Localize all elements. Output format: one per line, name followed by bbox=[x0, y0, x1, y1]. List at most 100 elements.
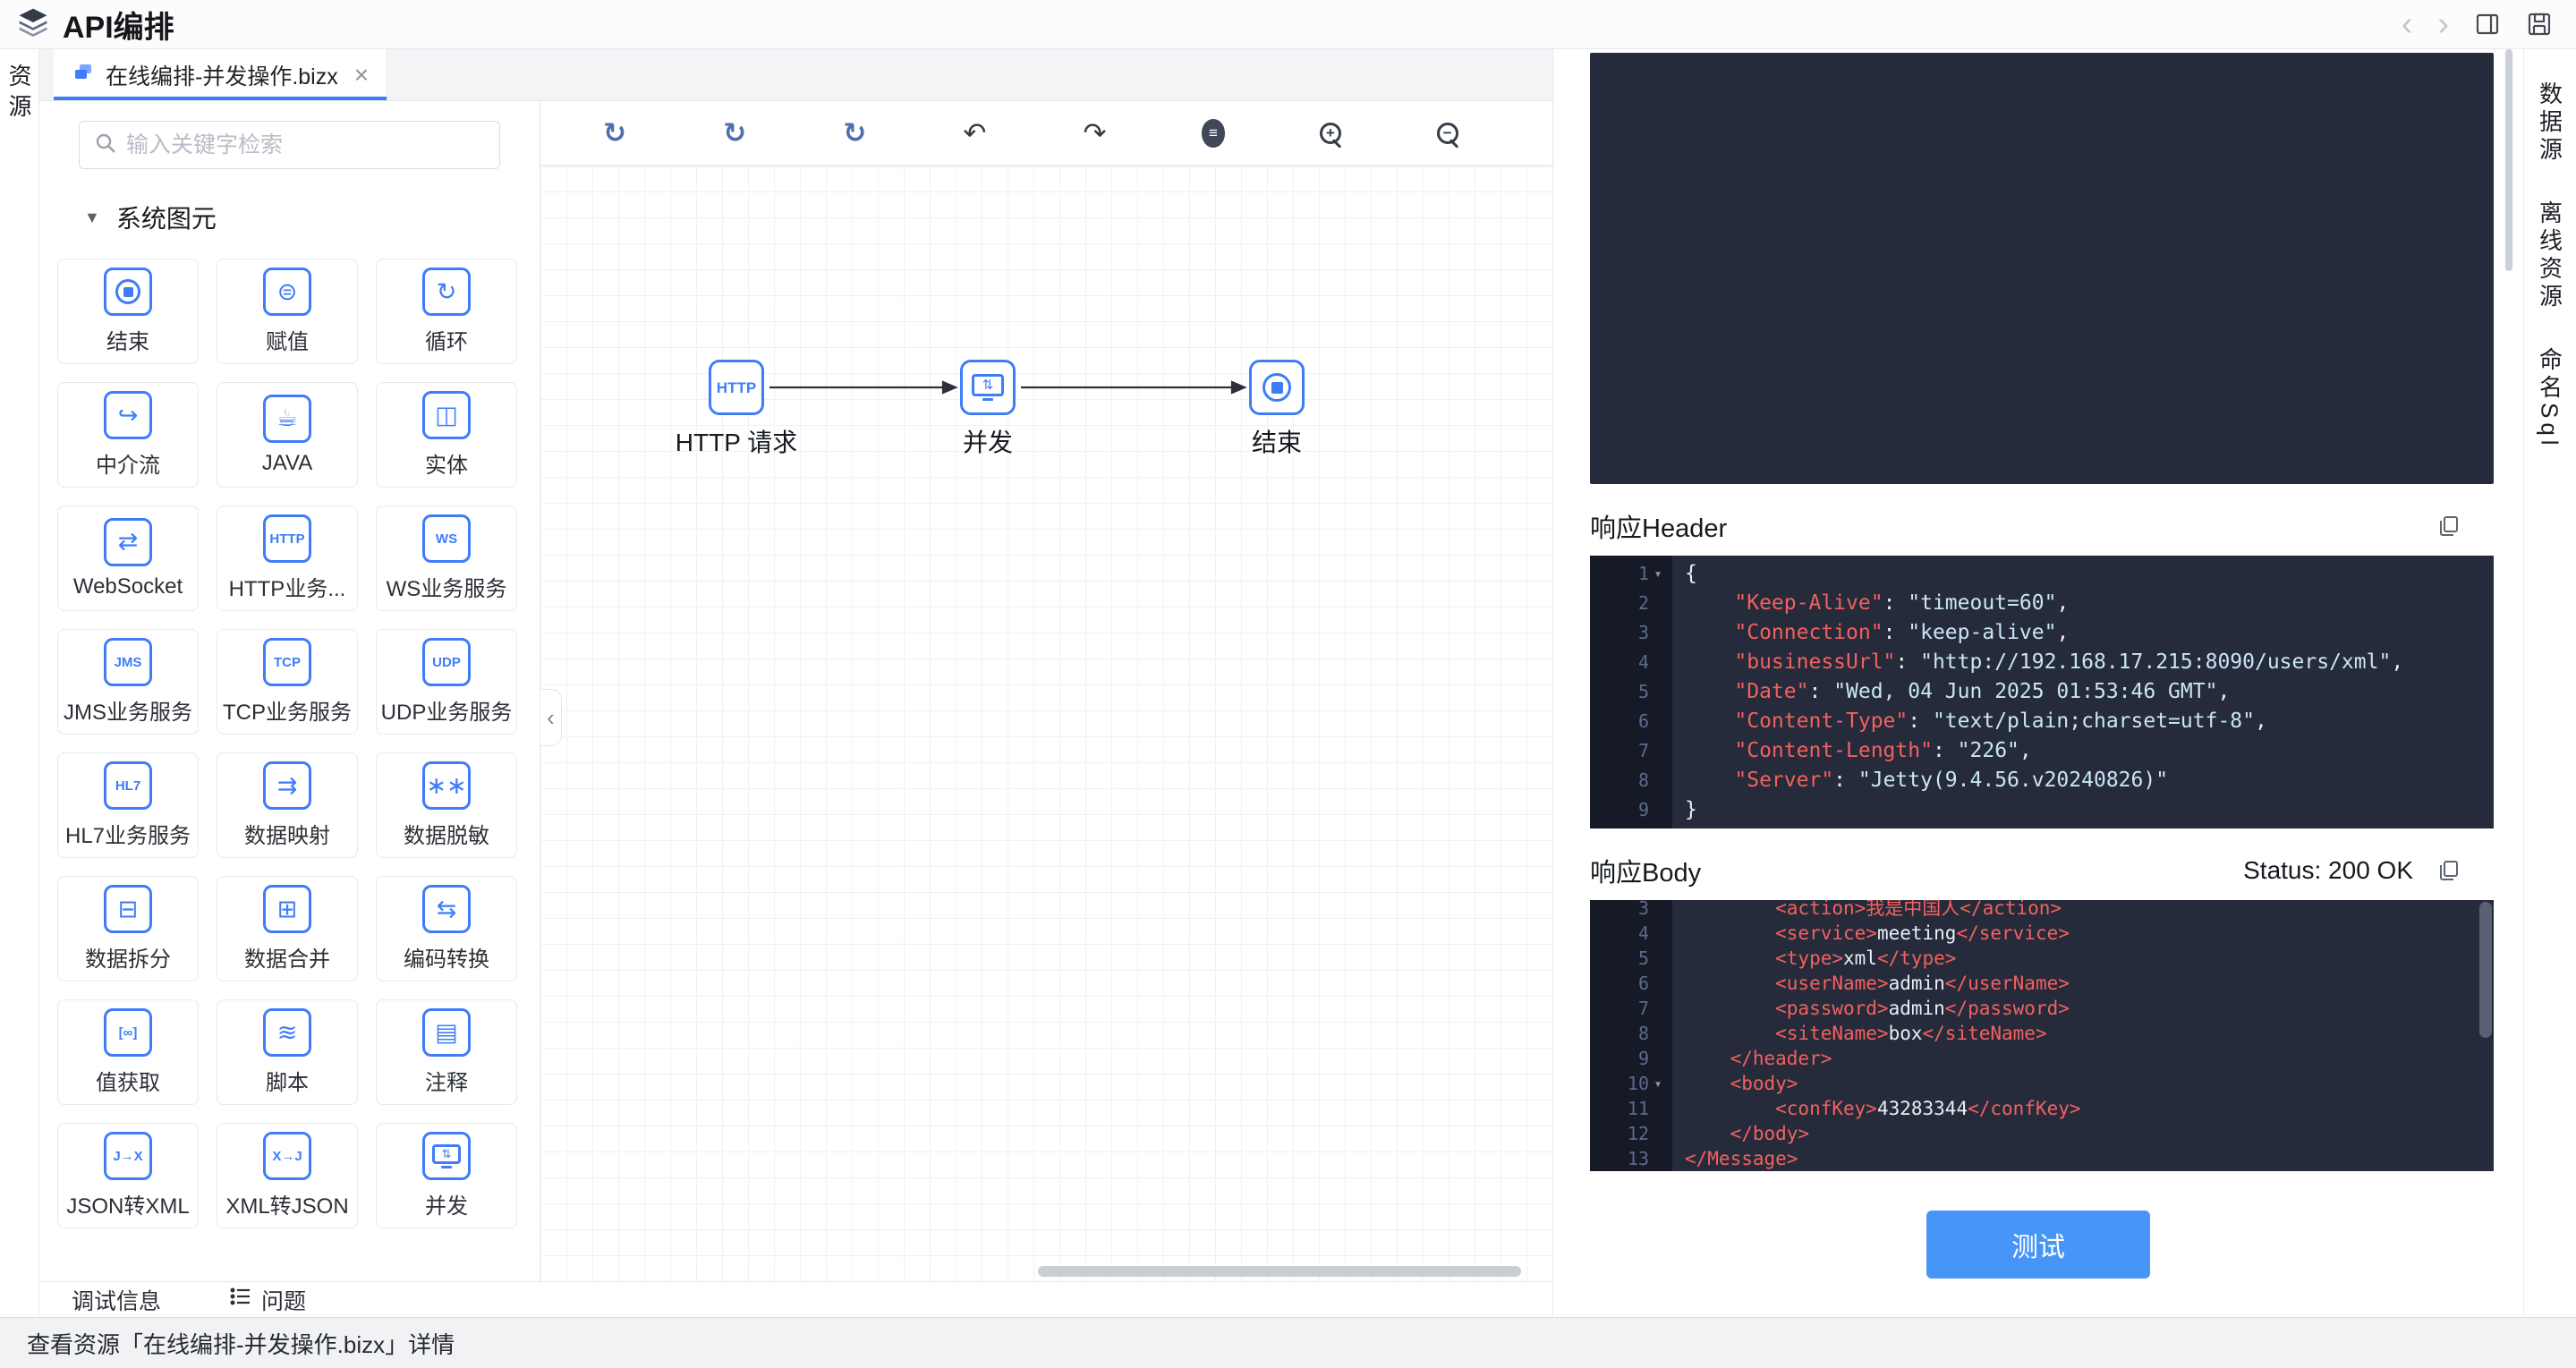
workspace: 资源 在线编排-并发操作.bizx × 输入关键字检索 ▼ 系统图元 结束 ⊜ … bbox=[0, 49, 2576, 1317]
gear-sync-1-icon[interactable]: ↻ bbox=[601, 119, 628, 147]
auto-layout-icon[interactable]: ≡ bbox=[1201, 118, 1226, 148]
response-body-row: 响应Body Status: 200 OK bbox=[1590, 852, 2494, 889]
palette-item-java[interactable]: ☕ JAVA bbox=[217, 382, 358, 488]
zoom-out-icon[interactable]: − bbox=[1435, 119, 1459, 149]
fold-icon[interactable]: ▾ bbox=[1649, 559, 1667, 589]
palette-item-jms-service[interactable]: JMS JMS业务服务 bbox=[57, 629, 199, 735]
palette-item-script[interactable]: ≋ 脚本 bbox=[217, 999, 358, 1105]
response-body-code[interactable]: 3 <action>我是中国人</action> 4 <service>meeti… bbox=[1590, 900, 2494, 1171]
code-line: 9 </header> bbox=[1637, 1048, 1832, 1069]
code-line: 7 "Content-Length": "226", bbox=[1637, 739, 2032, 762]
code-line: 4 "businessUrl": "http://192.168.17.215:… bbox=[1637, 650, 2404, 674]
response-header-code[interactable]: 1 ▾{2 "Keep-Alive": "timeout=60", 3 "Conne… bbox=[1590, 556, 2494, 828]
rail-item-resources[interactable]: 资源 bbox=[3, 64, 36, 124]
palette-item-data-masking[interactable]: ∗∗ 数据脱敏 bbox=[376, 752, 517, 858]
palette-panel: ▼ 系统图元 结束 ⊜ 赋值 ↻ 循环 ↪ 中介流 ☕ JAVA ◫ 实体 ⇄ WebSocket HTT… bbox=[39, 101, 540, 1281]
node-end[interactable]: 结束 bbox=[1214, 360, 1339, 459]
palette-item-entity[interactable]: ◫ 实体 bbox=[376, 382, 517, 488]
palette-item-label: 实体 bbox=[425, 454, 468, 478]
palette-item-data-split[interactable]: ⊟ 数据拆分 bbox=[57, 876, 199, 981]
horizontal-scrollbar[interactable] bbox=[1038, 1266, 1521, 1277]
flow-canvas[interactable]: HTTP HTTP 请求 ⇅ 并发 结束 ‹ bbox=[540, 166, 1552, 1281]
palette-item-concurrent[interactable]: ⇅ 并发 bbox=[376, 1123, 517, 1228]
forward-icon[interactable]: › bbox=[2437, 7, 2449, 41]
search-input[interactable] bbox=[126, 132, 485, 158]
debug-info-tab[interactable]: 调试信息 bbox=[72, 1284, 161, 1316]
canvas-toolbar: ↻ ↻ ↻ ↶ ↷ ≡ + − bbox=[540, 101, 1552, 166]
ws-service-icon: WS bbox=[422, 514, 471, 563]
code-line: 1 ▾{ bbox=[1590, 559, 2494, 589]
palette-item-json-to-xml[interactable]: J→X JSON转XML bbox=[57, 1123, 199, 1228]
undo-icon[interactable]: ↶ bbox=[961, 119, 988, 147]
panel-layout-icon[interactable] bbox=[2474, 11, 2501, 38]
redo-icon[interactable]: ↷ bbox=[1082, 119, 1109, 147]
palette-item-value-get[interactable]: [∞] 值获取 bbox=[57, 999, 199, 1105]
palette-item-websocket[interactable]: ⇄ WebSocket bbox=[57, 506, 199, 611]
bottom-bar: 调试信息 问题 bbox=[39, 1281, 1552, 1317]
copy-icon[interactable] bbox=[2436, 858, 2461, 883]
concurrent-icon: ⇅ bbox=[960, 360, 1016, 415]
palette-item-label: 注释 bbox=[425, 1071, 468, 1095]
palette-item-assign[interactable]: ⊜ 赋值 bbox=[217, 259, 358, 364]
request-editor[interactable] bbox=[1590, 53, 2494, 484]
app-title: API编排 bbox=[63, 10, 174, 45]
tab-close-icon[interactable]: × bbox=[354, 61, 369, 89]
problems-label: 问题 bbox=[261, 1288, 307, 1314]
entity-icon: ◫ bbox=[422, 391, 471, 439]
code-scrollbar[interactable] bbox=[2479, 902, 2492, 1038]
code-line: 13 </Message> bbox=[1627, 1148, 1798, 1169]
rail-item-offline-resource[interactable]: 离线资源 bbox=[2534, 188, 2567, 324]
palette-item-tcp-service[interactable]: TCP TCP业务服务 bbox=[217, 629, 358, 735]
palette-item-xml-to-json[interactable]: X→J XML转JSON bbox=[217, 1123, 358, 1228]
tab-label: 在线编排-并发操作.bizx bbox=[106, 64, 338, 89]
palette-item-end[interactable]: 结束 bbox=[57, 259, 199, 364]
http-service-icon: HTTP bbox=[263, 514, 311, 563]
copy-icon[interactable] bbox=[2436, 514, 2461, 539]
palette-collapse-toggle[interactable]: ‹ bbox=[540, 689, 562, 746]
palette-item-ws-service[interactable]: WS WS业务服务 bbox=[376, 506, 517, 611]
tab-concurrent-bizx[interactable]: 在线编排-并发操作.bizx × bbox=[54, 49, 388, 100]
palette-item-encoding-convert[interactable]: ⇆ 编码转换 bbox=[376, 876, 517, 981]
rail-item-named-sql[interactable]: 命名Sql bbox=[2534, 335, 2567, 463]
main-column: 在线编排-并发操作.bizx × ▼ 系统图元 bbox=[39, 49, 1552, 1317]
palette-group-title: 系统图元 bbox=[115, 205, 217, 233]
response-body-title: 响应Body bbox=[1590, 859, 1702, 888]
test-button[interactable]: 测试 bbox=[1926, 1211, 2150, 1279]
code-line: 8 "Server": "Jetty(9.4.56.v20240826)" bbox=[1637, 769, 2169, 792]
palette-item-mediation-flow[interactable]: ↪ 中介流 bbox=[57, 382, 199, 488]
gear-sync-3-icon[interactable]: ↻ bbox=[841, 119, 868, 147]
panel-scrollbar[interactable] bbox=[2505, 49, 2512, 271]
data-masking-icon: ∗∗ bbox=[422, 761, 471, 810]
palette-search[interactable] bbox=[79, 121, 500, 169]
node-http-request[interactable]: HTTP HTTP 请求 bbox=[674, 360, 799, 459]
palette-item-label: XML转JSON bbox=[225, 1194, 349, 1219]
palette-item-label: WS业务服务 bbox=[386, 577, 507, 601]
status-badge: Status: 200 OK bbox=[2243, 856, 2413, 884]
palette-group-header[interactable]: ▼ 系统图元 bbox=[84, 200, 540, 235]
zoom-in-icon[interactable]: + bbox=[1318, 119, 1342, 149]
node-concurrent[interactable]: ⇅ 并发 bbox=[925, 360, 1050, 459]
encoding-convert-icon: ⇆ bbox=[422, 885, 471, 933]
palette-item-label: UDP业务服务 bbox=[380, 701, 513, 725]
code-line: 3 "Connection": "keep-alive", bbox=[1637, 621, 2070, 644]
data-mapping-icon: ⇉ bbox=[263, 761, 311, 810]
palette-item-comment[interactable]: ▤ 注释 bbox=[376, 999, 517, 1105]
palette-item-http-service[interactable]: HTTP HTTP业务... bbox=[217, 506, 358, 611]
flow-edges bbox=[769, 380, 1247, 395]
gear-sync-2-icon[interactable]: ↻ bbox=[721, 119, 748, 147]
save-icon[interactable] bbox=[2526, 11, 2553, 38]
fold-icon[interactable]: ▾ bbox=[1649, 1071, 1667, 1096]
palette-item-hl7-service[interactable]: HL7 HL7业务服务 bbox=[57, 752, 199, 858]
tab-bar: 在线编排-并发操作.bizx × bbox=[39, 49, 1552, 101]
rail-item-data-source[interactable]: 数据源 bbox=[2534, 69, 2567, 177]
script-icon: ≋ bbox=[263, 1008, 311, 1057]
palette-item-label: WebSocket bbox=[72, 574, 183, 599]
node-label: 结束 bbox=[1251, 429, 1302, 456]
palette-item-udp-service[interactable]: UDP UDP业务服务 bbox=[376, 629, 517, 735]
palette-item-data-merge[interactable]: ⊞ 数据合并 bbox=[217, 876, 358, 981]
problems-tab[interactable]: 问题 bbox=[229, 1284, 306, 1316]
palette-item-data-mapping[interactable]: ⇉ 数据映射 bbox=[217, 752, 358, 858]
palette-item-loop[interactable]: ↻ 循环 bbox=[376, 259, 517, 364]
back-icon[interactable]: ‹ bbox=[2402, 7, 2413, 41]
status-text[interactable]: 查看资源「在线编排-并发操作.bizx」详情 bbox=[27, 1327, 455, 1360]
